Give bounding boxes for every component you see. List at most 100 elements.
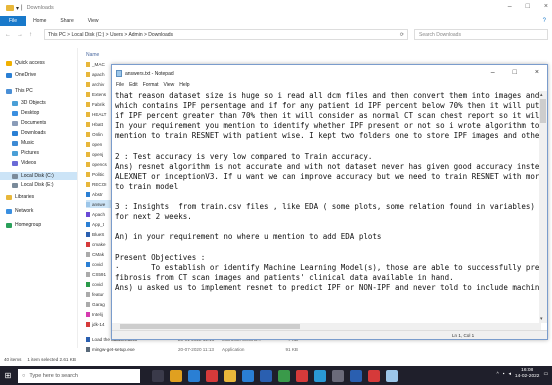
nav-item[interactable]: Quick access bbox=[6, 60, 45, 66]
notification-icon[interactable]: ▭ bbox=[543, 372, 548, 377]
volume-icon[interactable]: ◂ bbox=[508, 372, 510, 377]
clock[interactable]: 16:08 14-02-2022 bbox=[515, 368, 540, 380]
nav-item[interactable]: Music bbox=[12, 140, 34, 146]
refresh-icon[interactable]: ⟳ bbox=[400, 32, 404, 38]
tab-file[interactable]: File bbox=[0, 16, 27, 26]
file-row[interactable]: mingw-get-setup.exe 20-07-2020 11:13 Appli… bbox=[86, 345, 298, 353]
notepad-window[interactable]: answers.txt - Notepad – □ × File Edit Fo… bbox=[111, 64, 548, 340]
file-row[interactable]: Fabrik bbox=[86, 100, 105, 108]
tab-home[interactable]: Home bbox=[26, 18, 53, 24]
file-row[interactable]: Garag bbox=[86, 300, 105, 308]
file-name: openj bbox=[92, 151, 104, 157]
file-row[interactable]: BlueS bbox=[86, 230, 104, 238]
menu-help[interactable]: Help bbox=[179, 82, 189, 88]
scroll-down-arrow-icon[interactable]: ▾ bbox=[540, 316, 543, 322]
file-row[interactable]: covid bbox=[86, 280, 103, 288]
up-arrow-icon[interactable]: ↑ bbox=[29, 32, 32, 38]
nav-item[interactable]: Homegroup bbox=[6, 222, 41, 228]
minimize-button[interactable]: – bbox=[508, 3, 512, 10]
column-header-name[interactable]: Name bbox=[86, 52, 99, 60]
taskbar-search-input[interactable]: ○ Type here to search bbox=[18, 368, 140, 383]
file-row[interactable]: covid bbox=[86, 260, 103, 268]
file-row[interactable]: Hbatt bbox=[86, 120, 103, 128]
edge-icon[interactable] bbox=[188, 369, 200, 382]
file-row[interactable]: opencs bbox=[86, 160, 107, 168]
file-row[interactable]: open bbox=[86, 140, 102, 148]
disk-icon bbox=[12, 173, 18, 179]
file-row[interactable]: featur bbox=[86, 290, 104, 298]
close-button[interactable]: × bbox=[535, 69, 539, 76]
nav-item[interactable]: Documents bbox=[12, 120, 46, 126]
nav-item[interactable]: Network bbox=[6, 208, 33, 214]
help-icon[interactable]: ? bbox=[543, 18, 546, 24]
chevron-up-icon[interactable]: ^ bbox=[497, 372, 499, 377]
forward-arrow-icon[interactable]: → bbox=[17, 32, 23, 38]
file-row[interactable]: Extens bbox=[86, 90, 106, 98]
tab-share[interactable]: Share bbox=[53, 18, 80, 24]
file-row[interactable]: Onlin bbox=[86, 130, 103, 138]
file-row[interactable]: jdk-14 bbox=[86, 320, 105, 328]
menu-file[interactable]: File bbox=[116, 82, 124, 88]
file-row[interactable]: CS591 bbox=[86, 270, 106, 278]
file-row[interactable]: Intelij bbox=[86, 310, 103, 318]
file-row[interactable]: openj bbox=[86, 150, 103, 158]
menu-view[interactable]: View bbox=[164, 82, 175, 88]
nav-item[interactable]: 3D Objects bbox=[12, 100, 46, 106]
text-line: · To establish or identify Machine Learn… bbox=[115, 262, 539, 272]
file-row[interactable]: archiv bbox=[86, 80, 104, 88]
file-row[interactable]: App_t bbox=[86, 220, 104, 228]
back-arrow-icon[interactable]: ← bbox=[5, 32, 11, 38]
pdf-icon[interactable] bbox=[368, 369, 380, 382]
network-icon[interactable]: ▪ bbox=[503, 372, 505, 377]
vertical-scroll-thumb[interactable] bbox=[540, 99, 546, 123]
file-row[interactable]: Apach bbox=[86, 210, 105, 218]
pin-icon[interactable]: ▾ bbox=[16, 5, 19, 12]
word-icon[interactable] bbox=[350, 369, 362, 382]
quick-access-toolbar[interactable]: ▾ | bbox=[6, 5, 23, 12]
store-icon[interactable] bbox=[242, 369, 254, 382]
photos-icon[interactable] bbox=[314, 369, 326, 382]
file-row[interactable]: RECOI bbox=[86, 180, 107, 188]
nav-item-label: Homegroup bbox=[15, 222, 42, 228]
windows-start-button[interactable]: ⊞ bbox=[0, 366, 16, 385]
file-row[interactable]: cmake bbox=[86, 240, 106, 248]
maximize-button[interactable]: □ bbox=[526, 3, 530, 10]
settings-icon[interactable] bbox=[332, 369, 344, 382]
nav-item[interactable]: Local Disk (C:) bbox=[0, 172, 77, 180]
menu-format[interactable]: Format bbox=[143, 82, 159, 88]
calc-icon[interactable] bbox=[278, 369, 290, 382]
file-row[interactable]: Abstr bbox=[86, 190, 103, 198]
nav-item[interactable]: Downloads bbox=[12, 130, 46, 136]
scroll-up-arrow-icon[interactable]: ▴ bbox=[540, 92, 543, 98]
nav-item[interactable]: OneDrive bbox=[6, 72, 36, 78]
file-row[interactable]: HEALT bbox=[86, 110, 106, 118]
task-view-icon[interactable] bbox=[152, 369, 164, 382]
office-icon[interactable] bbox=[296, 369, 308, 382]
close-button[interactable]: × bbox=[544, 3, 548, 10]
nav-item[interactable]: Local Disk (E:) bbox=[12, 182, 54, 188]
maximize-button[interactable]: □ bbox=[513, 69, 517, 76]
notepad-icon[interactable] bbox=[386, 369, 398, 382]
nav-item[interactable]: Desktop bbox=[12, 110, 39, 116]
chrome-alt-icon[interactable] bbox=[206, 369, 218, 382]
file-row[interactable]: CMak bbox=[86, 250, 104, 258]
chrome-icon[interactable] bbox=[170, 369, 182, 382]
file-row[interactable]: apach bbox=[86, 70, 105, 78]
mail-icon[interactable] bbox=[260, 369, 272, 382]
file-row[interactable]: Politic bbox=[86, 170, 104, 178]
file-row[interactable]: _MAC bbox=[86, 60, 105, 68]
vertical-scrollbar[interactable]: ▴ ▾ bbox=[539, 91, 547, 323]
nav-item[interactable]: This PC bbox=[6, 88, 33, 94]
menu-edit[interactable]: Edit bbox=[129, 82, 138, 88]
file-explorer-icon[interactable] bbox=[224, 369, 236, 382]
nav-item[interactable]: Pictures bbox=[12, 150, 39, 156]
notepad-text-area[interactable]: that reason dataset size is huge so i re… bbox=[115, 91, 539, 323]
search-input[interactable]: Search Downloads bbox=[414, 29, 548, 40]
address-bar[interactable]: This PC > Local Disk (C:) > Users > Admi… bbox=[44, 29, 408, 40]
horizontal-scroll-thumb[interactable] bbox=[120, 324, 300, 329]
tab-view[interactable]: View bbox=[81, 18, 106, 24]
nav-item[interactable]: Libraries bbox=[6, 194, 34, 200]
minimize-button[interactable]: – bbox=[491, 69, 495, 76]
nav-item[interactable]: Videos bbox=[12, 160, 36, 166]
horizontal-scrollbar[interactable] bbox=[112, 323, 541, 330]
